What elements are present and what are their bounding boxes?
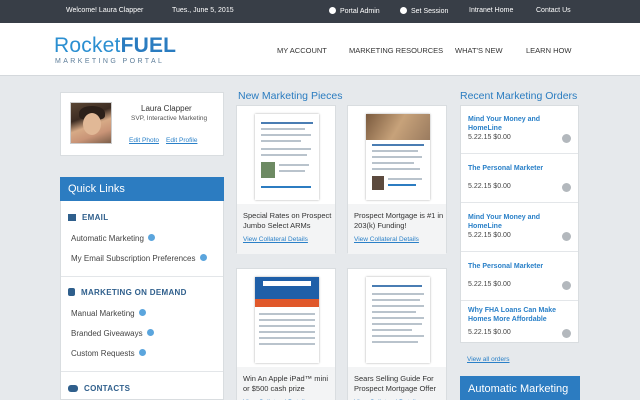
- order-title[interactable]: The Personal Marketer: [468, 164, 568, 173]
- automatic-marketing-link[interactable]: Automatic Marketing: [71, 234, 155, 243]
- profile-title: SVP, Interactive Marketing: [131, 115, 208, 122]
- recent-orders-panel: Mind Your Money and HomeLine 5.22.15 $0.…: [460, 105, 579, 343]
- piece-caption: Win An Apple iPad™ mini or $500 cash pri…: [243, 374, 329, 393]
- gauge-icon: [329, 7, 336, 14]
- piece-thumbnail[interactable]: [255, 277, 319, 363]
- divider: [61, 276, 223, 277]
- custom-requests-link[interactable]: Custom Requests: [71, 349, 146, 358]
- view-collateral-details-link[interactable]: View Collateral Details: [354, 236, 419, 243]
- search-icon[interactable]: [562, 232, 571, 241]
- contacts-heading: CONTACTS: [68, 384, 130, 393]
- piece-caption: Prospect Mortgage is #1 in 203(k) Fundin…: [354, 211, 444, 230]
- portal-admin-link[interactable]: Portal Admin: [329, 7, 380, 15]
- profile-card: Laura Clapper SVP, Interactive Marketing…: [60, 92, 224, 156]
- nav-learn-how[interactable]: LEARN HOW: [526, 46, 571, 55]
- search-icon[interactable]: [562, 329, 571, 338]
- piece-caption: Sears Selling Guide For Prospect Mortgag…: [354, 374, 436, 393]
- email-subscription-link[interactable]: My Email Subscription Preferences: [71, 254, 207, 263]
- order-meta: 5.22.15 $0.00: [468, 183, 511, 190]
- search-icon[interactable]: [562, 183, 571, 192]
- hand-pointer-icon: [68, 288, 75, 296]
- envelope-icon: [68, 214, 76, 221]
- order-meta: 5.22.15 $0.00: [468, 281, 511, 288]
- profile-name: Laura Clapper: [141, 104, 192, 113]
- marketing-piece-card[interactable]: Sears Selling Guide For Prospect Mortgag…: [347, 268, 447, 400]
- current-date: Tues., June 5, 2015: [172, 7, 234, 14]
- avatar: [70, 102, 112, 144]
- piece-caption: Special Rates on Prospect Jumbo Select A…: [243, 211, 332, 230]
- order-item[interactable]: Mind Your Money and HomeLine 5.22.15 $0.…: [461, 203, 578, 252]
- view-all-orders-link[interactable]: View all orders: [467, 356, 510, 363]
- order-item[interactable]: The Personal Marketer 5.22.15 $0.00: [461, 154, 578, 203]
- new-marketing-pieces-title: New Marketing Pieces: [238, 90, 343, 102]
- search-icon[interactable]: [562, 134, 571, 143]
- quick-links-panel: EMAIL Automatic Marketing My Email Subsc…: [60, 201, 224, 400]
- marketing-piece-card[interactable]: Win An Apple iPad™ mini or $500 cash pri…: [236, 268, 336, 400]
- order-meta: 5.22.15 $0.00: [468, 134, 511, 141]
- nav-my-account[interactable]: MY ACCOUNT: [277, 46, 327, 55]
- email-section-heading: EMAIL: [68, 213, 108, 222]
- order-title[interactable]: The Personal Marketer: [468, 262, 568, 271]
- site-header: RocketFUEL MARKETING PORTAL MY ACCOUNT M…: [0, 23, 640, 76]
- piece-thumbnail[interactable]: [366, 277, 430, 363]
- search-icon[interactable]: [562, 281, 571, 290]
- quick-links-header: Quick Links: [60, 177, 224, 201]
- order-item[interactable]: The Personal Marketer 5.22.15 $0.00: [461, 252, 578, 301]
- piece-thumbnail[interactable]: [255, 114, 319, 200]
- order-title[interactable]: Why FHA Loans Can Make Homes More Afford…: [468, 306, 568, 324]
- recent-orders-title: Recent Marketing Orders: [460, 90, 578, 102]
- set-session-link[interactable]: Set Session: [400, 7, 448, 15]
- info-icon[interactable]: [199, 254, 207, 261]
- edit-photo-link[interactable]: Edit Photo: [129, 137, 159, 144]
- order-item[interactable]: Why FHA Loans Can Make Homes More Afford…: [461, 301, 578, 343]
- logo-subtitle: MARKETING PORTAL: [55, 58, 165, 65]
- info-icon[interactable]: [147, 234, 155, 241]
- edit-profile-link[interactable]: Edit Profile: [166, 137, 197, 144]
- order-title[interactable]: Mind Your Money and HomeLine: [468, 213, 568, 231]
- branded-giveaways-link[interactable]: Branded Giveaways: [71, 329, 154, 338]
- view-collateral-details-link[interactable]: View Collateral Details: [243, 236, 308, 243]
- gear-icon: [400, 7, 407, 14]
- piece-thumbnail[interactable]: [366, 114, 430, 200]
- logo[interactable]: RocketFUEL: [54, 34, 176, 58]
- welcome-text: Welcome! Laura Clapper: [66, 7, 144, 14]
- info-icon[interactable]: [138, 309, 146, 316]
- marketing-piece-card[interactable]: Prospect Mortgage is #1 in 203(k) Fundin…: [347, 105, 447, 254]
- info-icon[interactable]: [138, 349, 146, 356]
- intranet-home-link[interactable]: Intranet Home: [469, 7, 513, 14]
- manual-marketing-link[interactable]: Manual Marketing: [71, 309, 146, 318]
- marketing-on-demand-heading: MARKETING ON DEMAND: [68, 288, 187, 297]
- automatic-marketing-header: Automatic Marketing: [460, 376, 580, 400]
- marketing-piece-card[interactable]: Special Rates on Prospect Jumbo Select A…: [236, 105, 336, 254]
- nav-marketing-resources[interactable]: MARKETING RESOURCES: [349, 46, 443, 55]
- order-meta: 5.22.15 $0.00: [468, 232, 511, 239]
- top-bar: Welcome! Laura Clapper Tues., June 5, 20…: [0, 0, 640, 23]
- divider: [61, 371, 223, 372]
- info-icon[interactable]: [146, 329, 154, 336]
- order-item[interactable]: Mind Your Money and HomeLine 5.22.15 $0.…: [461, 106, 578, 154]
- nav-whats-new[interactable]: WHAT'S NEW: [455, 46, 503, 55]
- order-meta: 5.22.15 $0.00: [468, 329, 511, 336]
- order-title[interactable]: Mind Your Money and HomeLine: [468, 115, 568, 133]
- contact-us-link[interactable]: Contact Us: [536, 7, 571, 14]
- users-icon: [68, 385, 78, 392]
